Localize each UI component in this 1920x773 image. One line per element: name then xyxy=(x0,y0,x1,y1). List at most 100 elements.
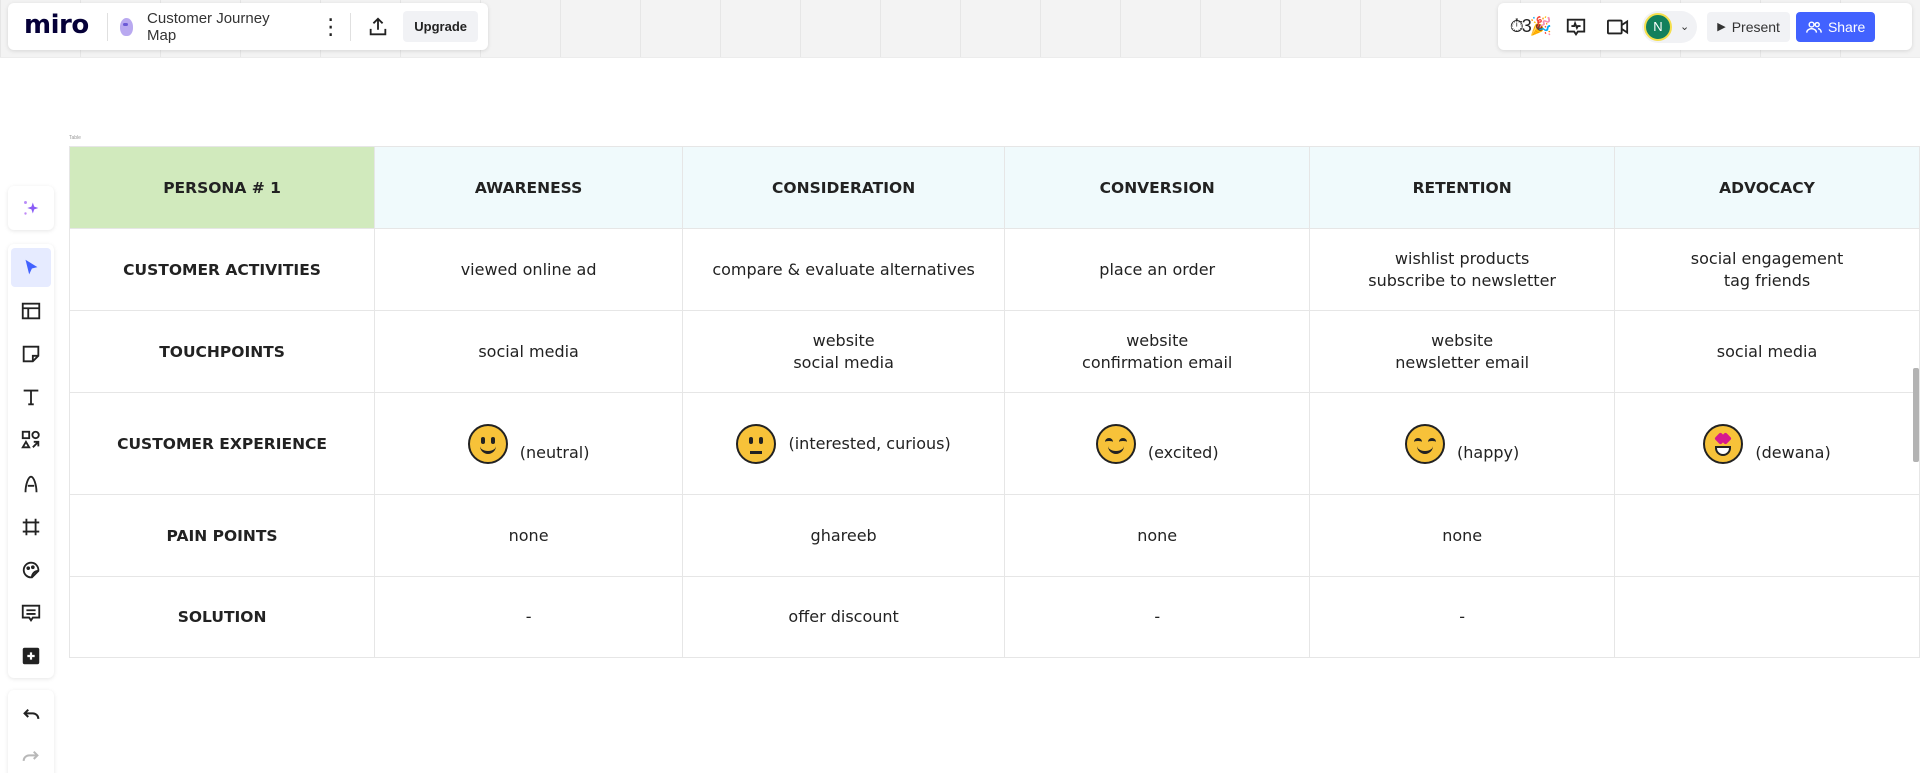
table-cell[interactable]: social media xyxy=(1614,310,1920,393)
video-camera-icon[interactable] xyxy=(1602,11,1634,43)
cell-text: social media xyxy=(478,341,579,361)
cell-text: viewed online ad xyxy=(460,259,597,279)
table-cell[interactable]: social media xyxy=(374,310,684,393)
table-cell[interactable]: website newsletter email xyxy=(1309,310,1616,393)
reactions-timer-icon[interactable]: ⏱3🎉 xyxy=(1506,16,1554,37)
table-cell[interactable]: offer discount xyxy=(682,576,1006,658)
comment-icon[interactable] xyxy=(11,594,51,633)
table-cell[interactable]: ghareeb xyxy=(682,494,1006,577)
table-cell[interactable]: social engagement tag friends xyxy=(1614,228,1920,311)
table-cell[interactable]: compare & evaluate alternatives xyxy=(682,228,1006,311)
miro-logo[interactable]: miro xyxy=(18,10,95,44)
redo-icon[interactable] xyxy=(11,740,51,773)
present-label: Present xyxy=(1731,18,1780,35)
cell-text: wishlist products xyxy=(1394,248,1530,268)
stage-header[interactable]: RETENTION xyxy=(1309,146,1616,229)
sticker-icon[interactable] xyxy=(11,550,51,589)
vertical-scrollbar[interactable] xyxy=(1913,368,1919,462)
table-cell[interactable]: none xyxy=(1004,494,1311,577)
stage-header[interactable]: ADVOCACY xyxy=(1614,146,1920,229)
chevron-down-icon: ⌄ xyxy=(1680,21,1690,33)
stage-header[interactable]: CONVERSION xyxy=(1004,146,1311,229)
stage-header[interactable]: AWARENESS xyxy=(374,146,684,229)
table-cell[interactable]: - xyxy=(1309,576,1616,658)
table-cell[interactable]: place an order xyxy=(1004,228,1311,311)
board-title[interactable]: Customer Journey Map xyxy=(147,10,296,44)
cell-text: website xyxy=(1431,330,1494,350)
journey-map-table[interactable]: PERSONA # 1 AWARENESS CONSIDERATION CONV… xyxy=(68,146,1920,658)
table-cell[interactable]: (excited) xyxy=(1004,392,1311,495)
row-header[interactable]: PAIN POINTS xyxy=(68,494,376,577)
table-cell[interactable]: (interested, curious) xyxy=(682,392,1006,495)
board-header: miro Customer Journey Map ⋮ Upgrade xyxy=(8,3,488,50)
table-cell[interactable]: viewed online ad xyxy=(374,228,684,311)
table-title: Table xyxy=(69,135,81,141)
row-header[interactable]: SOLUTION xyxy=(68,576,376,658)
table-cell[interactable]: none xyxy=(374,494,684,577)
table-cell[interactable]: website social media xyxy=(682,310,1006,393)
frame-icon[interactable] xyxy=(11,507,51,546)
cell-text: place an order xyxy=(1099,259,1216,279)
shapes-icon[interactable] xyxy=(11,421,51,460)
share-label: Share xyxy=(1827,18,1866,35)
table-cell[interactable]: wishlist products subscribe to newsletter xyxy=(1309,228,1616,311)
cell-text: social media xyxy=(1716,341,1818,361)
creation-toolbar xyxy=(8,244,54,678)
face-with-raised-eyebrow-icon xyxy=(736,423,777,464)
share-button[interactable]: Share xyxy=(1795,11,1876,42)
table-cell[interactable]: - xyxy=(374,576,684,658)
row-header[interactable]: CUSTOMER EXPERIENCE xyxy=(68,392,376,495)
upgrade-button[interactable]: Upgrade xyxy=(403,11,478,42)
activity-feed-icon[interactable] xyxy=(1560,11,1592,43)
ai-sparkle-icon[interactable] xyxy=(11,188,51,228)
cell-text: compare & evaluate alternatives xyxy=(712,259,975,279)
add-more-icon[interactable] xyxy=(11,637,51,676)
ai-toolbar xyxy=(8,186,54,230)
persona-header[interactable]: PERSONA # 1 xyxy=(68,146,376,229)
emotion-text: (dewana) xyxy=(1755,442,1831,462)
stage-header[interactable]: CONSIDERATION xyxy=(682,146,1006,229)
table-row-touchpoints: TOUCHPOINTS social media website social m… xyxy=(68,310,1920,393)
table-cell[interactable]: (neutral) xyxy=(374,392,684,495)
kebab-menu-icon[interactable]: ⋮ xyxy=(320,15,342,38)
cell-text: social media xyxy=(793,352,894,372)
present-button[interactable]: ▶ Present xyxy=(1707,11,1790,42)
templates-icon[interactable] xyxy=(11,291,51,330)
history-toolbar xyxy=(8,690,54,773)
emotion-text: (interested, curious) xyxy=(788,433,951,453)
sticky-note-icon[interactable] xyxy=(11,334,51,373)
undo-icon[interactable] xyxy=(11,698,51,736)
row-header[interactable]: TOUCHPOINTS xyxy=(68,310,376,393)
table-cell[interactable]: (dewana) xyxy=(1614,392,1920,495)
smiling-face-with-smiling-eyes-icon xyxy=(1405,423,1446,464)
upload-icon[interactable] xyxy=(363,11,394,43)
table-cell[interactable] xyxy=(1614,494,1920,577)
cell-text: confirmation email xyxy=(1082,352,1233,372)
table-row-solution: SOLUTION - offer discount - - xyxy=(68,576,1920,658)
table-cell[interactable]: - xyxy=(1004,576,1311,658)
avatar: N xyxy=(1644,12,1672,41)
table-cell[interactable]: (happy) xyxy=(1309,392,1616,495)
table-cell[interactable]: website confirmation email xyxy=(1004,310,1311,393)
emotion-text: (excited) xyxy=(1147,442,1219,462)
text-icon[interactable] xyxy=(11,378,51,417)
row-header[interactable]: CUSTOMER ACTIVITIES xyxy=(68,228,376,311)
table-row-pain-points: PAIN POINTS none ghareeb none none xyxy=(68,494,1920,577)
table-row-customer-activities: CUSTOMER ACTIVITIES viewed online ad com… xyxy=(68,228,1920,311)
users-icon xyxy=(1806,20,1822,33)
emotion-text: (neutral) xyxy=(519,442,590,462)
cell-text: subscribe to newsletter xyxy=(1368,270,1556,290)
cell-text: website xyxy=(812,330,875,350)
cell-text: website xyxy=(1126,330,1189,350)
table-header-row: PERSONA # 1 AWARENESS CONSIDERATION CONV… xyxy=(68,146,1920,229)
table-cell[interactable] xyxy=(1614,576,1920,658)
collaboration-bar: ⏱3🎉 N ⌄ ▶ Present Share xyxy=(1498,3,1912,50)
smiling-face-with-smiling-eyes-icon xyxy=(1095,423,1136,464)
user-menu[interactable]: N ⌄ xyxy=(1642,10,1698,43)
play-icon: ▶ xyxy=(1717,21,1726,33)
select-cursor-icon[interactable] xyxy=(11,248,51,288)
star-struck-icon xyxy=(1703,423,1744,464)
pen-icon[interactable] xyxy=(11,464,51,503)
board-icon xyxy=(119,17,134,36)
table-cell[interactable]: none xyxy=(1309,494,1616,577)
